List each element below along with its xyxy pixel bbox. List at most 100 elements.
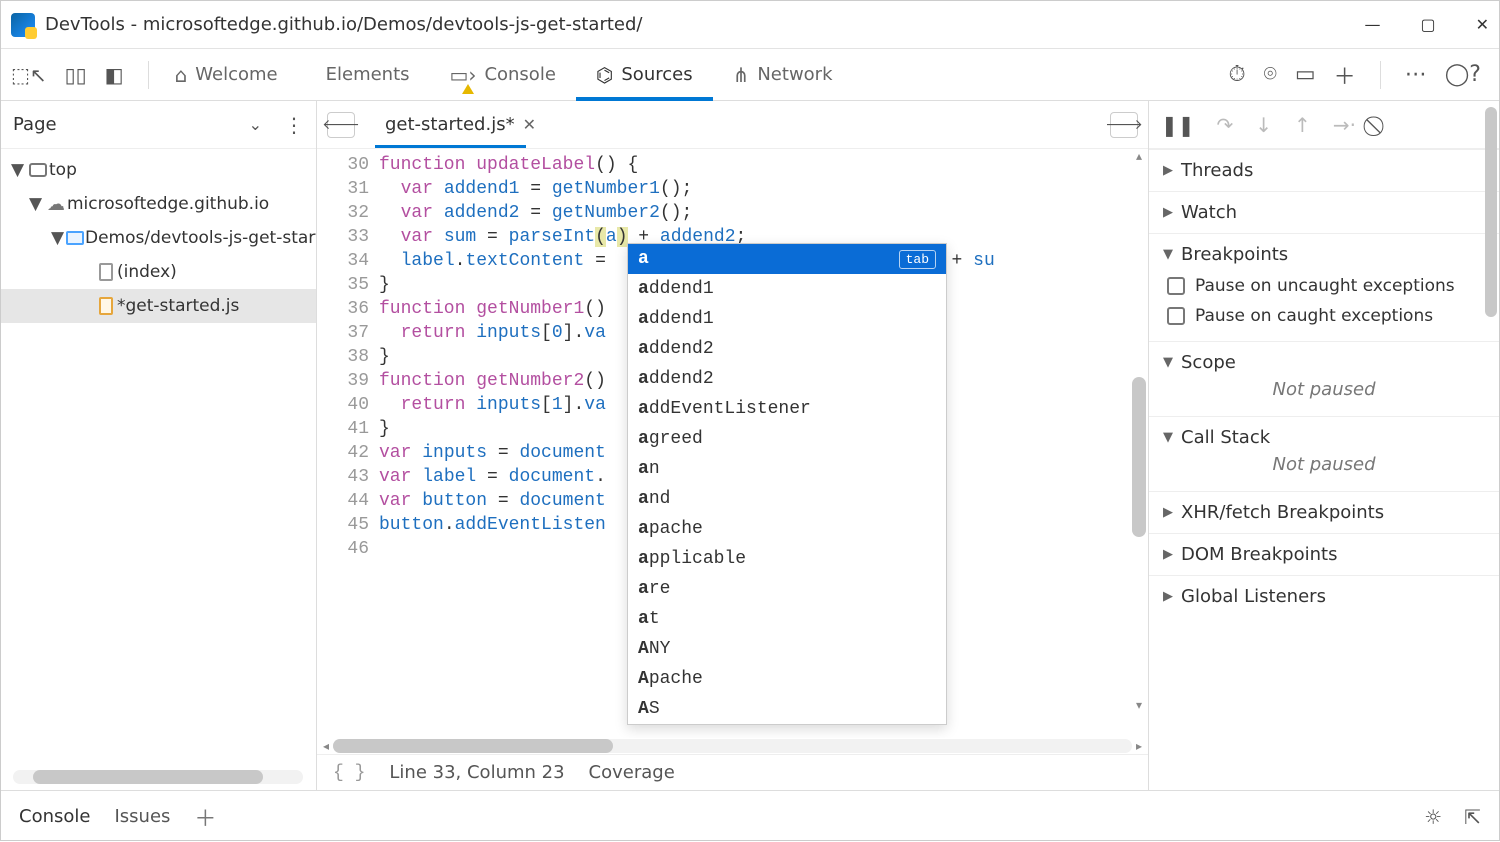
step-icon[interactable]: →· (1333, 113, 1356, 137)
debugger-toolbar: ❚❚ ↷ ↓ ↑ →· ⃠ (1149, 101, 1499, 149)
help-icon[interactable]: ◯? (1445, 62, 1481, 87)
autocomplete-item[interactable]: and (628, 484, 946, 514)
warning-badge-icon (462, 84, 474, 94)
autocomplete-item[interactable]: at (628, 604, 946, 634)
autocomplete-item[interactable]: Apache (628, 664, 946, 694)
checkbox-icon[interactable] (1167, 277, 1185, 295)
section-watch[interactable]: ▶Watch (1149, 191, 1499, 233)
file-tree: ▼ top ▼ ☁ microsoftedge.github.io ▼ Demo… (1, 149, 316, 790)
more-menu-icon[interactable]: ⋯ (1405, 62, 1427, 87)
close-icon[interactable]: ✕ (1476, 15, 1489, 34)
frame-icon (29, 163, 47, 177)
autocomplete-item[interactable]: agreed (628, 424, 946, 454)
file-tab-label: get-started.js* (385, 114, 515, 135)
devtools-app-icon (11, 13, 35, 37)
editor-header: 🡐 get-started.js* ✕ 🡒 (317, 101, 1148, 149)
console-icon: ▭› (450, 63, 477, 87)
autocomplete-item[interactable]: atab (628, 244, 946, 274)
sources-icon: ⌬ (596, 63, 613, 87)
section-breakpoints[interactable]: ▼Breakpoints Pause on uncaught exception… (1149, 233, 1499, 341)
tree-domain[interactable]: ▼ ☁ microsoftedge.github.io (1, 187, 316, 221)
pretty-print-icon[interactable]: { } (333, 763, 365, 783)
maximize-icon[interactable]: ▢ (1420, 15, 1435, 34)
divider (1380, 61, 1381, 89)
tree-file-getstarted[interactable]: *get-started.js (1, 289, 316, 323)
drawer-expand-icon[interactable]: ⇱ (1464, 805, 1481, 829)
tab-sources[interactable]: ⌬Sources (576, 49, 713, 100)
welcome-icon: ⌂ (175, 63, 188, 87)
tree-top-frame[interactable]: ▼ top (1, 153, 316, 187)
debugger-pane: ❚❚ ↷ ↓ ↑ →· ⃠ ▶Threads ▶Watch ▼Breakpoin… (1149, 101, 1499, 790)
nav-back-button[interactable]: 🡐 (327, 112, 355, 138)
autocomplete-item[interactable]: apache (628, 514, 946, 544)
autocomplete-item[interactable]: an (628, 454, 946, 484)
memory-icon[interactable]: ⌾ (1264, 62, 1277, 87)
more-vert-icon[interactable]: ⋮ (284, 113, 304, 137)
cloud-icon: ☁ (45, 194, 67, 215)
tree-folder[interactable]: ▼ Demos/devtools-js-get-started (1, 221, 316, 255)
pause-icon[interactable]: ❚❚ (1161, 113, 1195, 137)
tab-hint: tab (899, 250, 936, 269)
divider (148, 61, 149, 89)
document-icon (99, 263, 113, 281)
section-dom-bp[interactable]: ▶DOM Breakpoints (1149, 533, 1499, 575)
performance-icon[interactable]: ⏱ (1229, 62, 1246, 87)
drawer-sensors-icon[interactable]: ☼ (1424, 805, 1442, 829)
autocomplete-popup: atabaddend1addend1addend2addend2addEvent… (627, 243, 947, 725)
tab-console[interactable]: ▭›Console (430, 49, 576, 100)
add-drawer-tab-icon[interactable]: ＋ (194, 801, 216, 833)
sidebar-hscrollbar[interactable] (13, 770, 303, 784)
tab-welcome[interactable]: ⌂Welcome (155, 49, 298, 100)
callstack-not-paused: Not paused (1163, 448, 1485, 481)
autocomplete-item[interactable]: AS (628, 694, 946, 724)
section-threads[interactable]: ▶Threads (1149, 149, 1499, 191)
more-tabs-icon[interactable]: ＋ (1334, 59, 1356, 91)
autocomplete-item[interactable]: addend2 (628, 334, 946, 364)
file-tab[interactable]: get-started.js* ✕ (375, 101, 546, 148)
checkbox-icon[interactable] (1167, 307, 1185, 325)
step-over-icon[interactable]: ↷ (1217, 113, 1234, 137)
section-scope[interactable]: ▼Scope Not paused (1149, 341, 1499, 416)
section-listeners[interactable]: ▶Global Listeners (1149, 575, 1499, 617)
coverage-label: Coverage (589, 762, 675, 783)
section-callstack[interactable]: ▼Call Stack Not paused (1149, 416, 1499, 491)
tree-file-index[interactable]: (index) (1, 255, 316, 289)
autocomplete-item[interactable]: addend1 (628, 274, 946, 304)
main-toolbar: ⬚↖ ▯▯ ◧ ⌂WelcomeElements▭›Console⌬Source… (1, 49, 1499, 101)
dock-side-icon[interactable]: ◧ (105, 63, 124, 87)
editor-hscrollbar[interactable]: ◂▸ (317, 738, 1148, 754)
editor-pane: 🡐 get-started.js* ✕ 🡒 30 31 32 33 34 35 … (317, 101, 1149, 790)
debugger-vscrollbar[interactable] (1485, 105, 1497, 786)
js-file-icon (99, 297, 113, 315)
tab-network[interactable]: ⋔Network (713, 49, 853, 100)
editor-vscrollbar[interactable]: ▴▾ (1132, 149, 1146, 716)
navigator-pane: Page ⌄ ⋮ ▼ top ▼ ☁ microsoftedge.github.… (1, 101, 317, 790)
autocomplete-item[interactable]: applicable (628, 544, 946, 574)
autocomplete-item[interactable]: are (628, 574, 946, 604)
step-into-icon[interactable]: ↓ (1255, 113, 1272, 137)
editor-status-bar: { } Line 33, Column 23 Coverage (317, 754, 1148, 790)
inspect-icon[interactable]: ⬚↖ (11, 63, 47, 87)
folder-icon (66, 231, 84, 245)
autocomplete-item[interactable]: addend2 (628, 364, 946, 394)
application-icon[interactable]: ▭ (1295, 62, 1316, 87)
chevron-down-icon[interactable]: ⌄ (249, 115, 262, 134)
tab-elements[interactable]: Elements (298, 49, 430, 100)
drawer-tab-console[interactable]: Console (19, 806, 90, 827)
cursor-position: Line 33, Column 23 (389, 762, 564, 783)
navigator-dropdown[interactable]: Page (13, 114, 57, 135)
drawer-tab-issues[interactable]: Issues (114, 806, 170, 827)
step-out-icon[interactable]: ↑ (1294, 113, 1311, 137)
autocomplete-item[interactable]: addend1 (628, 304, 946, 334)
drawer: Console Issues ＋ ☼ ⇱ (1, 790, 1499, 842)
scope-not-paused: Not paused (1163, 373, 1485, 406)
minimize-icon[interactable]: — (1364, 15, 1380, 34)
section-xhr[interactable]: ▶XHR/fetch Breakpoints (1149, 491, 1499, 533)
autocomplete-item[interactable]: ANY (628, 634, 946, 664)
device-toggle-icon[interactable]: ▯▯ (65, 63, 87, 87)
bp-uncaught-row[interactable]: Pause on uncaught exceptions (1167, 271, 1485, 301)
bp-caught-row[interactable]: Pause on caught exceptions (1167, 301, 1485, 331)
autocomplete-item[interactable]: addEventListener (628, 394, 946, 424)
close-tab-icon[interactable]: ✕ (523, 115, 536, 134)
nav-forward-button[interactable]: 🡒 (1110, 112, 1138, 138)
